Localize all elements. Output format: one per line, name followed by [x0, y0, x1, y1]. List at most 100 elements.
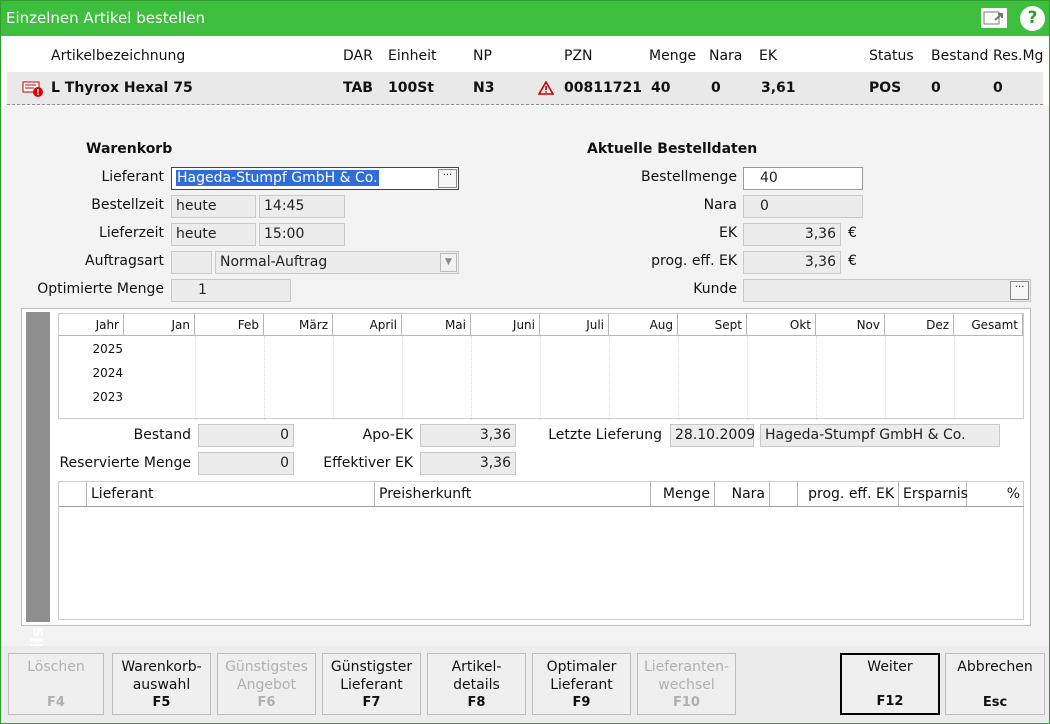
kunde-label: Kunde — [693, 281, 737, 297]
ek-field: 3,36 — [743, 223, 841, 246]
grid-header-month: April — [333, 314, 402, 336]
nara-field: 0 — [743, 195, 863, 218]
chevron-down-icon[interactable]: ▼ — [440, 253, 457, 272]
article-np: N3 — [473, 80, 495, 96]
grid-header-month: Juni — [471, 314, 540, 336]
button-key: F4 — [47, 695, 65, 710]
col-einheit: Einheit — [388, 48, 437, 64]
auftragsart-code — [171, 251, 212, 274]
article-dar: TAB — [343, 80, 373, 96]
grid-header-month: Juli — [540, 314, 609, 336]
letzte-lieferung-date: 28.10.2009 — [670, 424, 755, 447]
article-bestand: 0 — [931, 80, 941, 96]
effek-field: 3,36 — [420, 452, 516, 475]
effek-label: Effektiver EK — [323, 455, 413, 471]
table-header-nara[interactable]: Nara — [715, 482, 770, 507]
lieferzeit-day: heute — [171, 223, 256, 246]
bestellmenge-field[interactable]: 40 — [743, 167, 863, 190]
table-header-ersparnis[interactable]: Ersparnis — [899, 482, 968, 507]
grid-header-month: Mai — [402, 314, 471, 336]
grid-year-row: 2024 — [92, 366, 123, 380]
article-status: POS — [869, 80, 902, 96]
optmenge-label: Optimierte Menge — [37, 281, 164, 297]
lieferant-label: Lieferant — [101, 169, 164, 185]
grid-header-month: Aug — [609, 314, 678, 336]
button-label: Weiter — [867, 659, 913, 675]
grid-header-jahr: Jahr — [59, 314, 124, 336]
article-nara: 0 — [711, 80, 721, 96]
guenstigstes-angebot-button[interactable]: Günstigstes Angebot F6 — [217, 653, 316, 715]
col-artikelbezeichnung: Artikelbezeichnung — [51, 48, 186, 64]
grid-line — [816, 336, 817, 420]
loeschen-button[interactable]: Löschen F4 — [8, 653, 104, 715]
resmenge-field: 0 — [198, 452, 294, 475]
table-header-preisherkunft[interactable]: Preisherkunft — [375, 482, 651, 507]
order-warning-icon: ! — [22, 81, 44, 101]
bestellzeit-day: heute — [171, 195, 256, 218]
warenkorb-auswahl-button[interactable]: Warenkorb- auswahl F5 — [112, 653, 211, 715]
grid-header-month: Dez — [885, 314, 954, 336]
button-key: F7 — [362, 695, 381, 710]
table-header-spacer — [770, 482, 798, 507]
grid-line — [678, 336, 679, 420]
button-key: Esc — [982, 695, 1008, 710]
article-menge: 40 — [651, 80, 671, 96]
bestellmenge-label: Bestellmenge — [640, 169, 737, 185]
auftragsart-select[interactable]: Normal-Auftrag — [215, 251, 459, 274]
grid-line — [609, 336, 610, 420]
lieferantenwechsel-button[interactable]: Lieferanten- wechsel F10 — [637, 653, 736, 715]
table-header-lieferant[interactable]: Lieferant — [87, 482, 375, 507]
table-header-menge[interactable]: Menge — [651, 482, 715, 507]
grid-header-month: Feb — [195, 314, 264, 336]
col-ek: EK — [759, 48, 778, 64]
button-label: Günstigstes Angebot — [225, 659, 308, 693]
lieferant-value: Hageda-Stumpf GmbH & Co. — [176, 170, 379, 186]
article-name: L Thyrox Hexal 75 — [51, 80, 193, 96]
article-resmg: 0 — [993, 80, 1003, 96]
grid-header-month: Sept — [678, 314, 747, 336]
lieferzeit-time: 15:00 — [259, 223, 345, 246]
grid-line — [747, 336, 748, 420]
button-label: Warenkorb- auswahl — [121, 659, 202, 693]
table-header-progek[interactable]: prog. eff. EK — [798, 482, 899, 507]
progek-currency: € — [848, 253, 857, 269]
article-row[interactable]: ! L Thyrox Hexal 75 TAB 100St N3 0081172… — [7, 72, 1043, 105]
order-window: Einzelnen Artikel bestellen ? Artikelbez… — [0, 0, 1050, 724]
bestand-label: Bestand — [133, 427, 191, 443]
auftragsart-value: Normal-Auftrag — [220, 254, 328, 270]
artikeldetails-button[interactable]: Artikel- details F8 — [427, 653, 526, 715]
grid-line — [540, 336, 541, 420]
ek-currency: € — [848, 225, 857, 241]
grid-line — [333, 336, 334, 420]
lieferant-field[interactable]: Hageda-Stumpf GmbH & Co. — [171, 167, 459, 190]
help-icon[interactable]: ? — [1020, 6, 1045, 31]
button-key: F12 — [876, 694, 904, 709]
optimaler-lieferant-button[interactable]: Optimaler Lieferant F9 — [532, 653, 631, 715]
button-label: Artikel- details — [451, 659, 502, 693]
apoek-label: Apo-EK — [362, 427, 413, 443]
col-np: NP — [473, 48, 492, 64]
export-icon[interactable] — [981, 8, 1007, 28]
letzte-lieferung-supplier: Hageda-Stumpf GmbH & Co. — [760, 424, 1000, 447]
article-ek: 3,61 — [761, 80, 796, 96]
grid-header-month: März — [264, 314, 333, 336]
guenstigster-lieferant-button[interactable]: Günstigster Lieferant F7 — [322, 653, 421, 715]
weiter-button[interactable]: Weiter F12 — [840, 653, 940, 715]
lieferzeit-label: Lieferzeit — [99, 225, 164, 241]
table-header-percent[interactable]: % — [967, 482, 1024, 507]
button-key: F5 — [152, 695, 171, 710]
lieferant-lookup-button[interactable]: ··· — [438, 169, 457, 188]
bestellzeit-time: 14:45 — [259, 195, 345, 218]
grid-line — [885, 336, 886, 420]
button-key: F6 — [257, 695, 276, 710]
kunde-lookup-button[interactable]: ··· — [1010, 281, 1029, 300]
abbrechen-button[interactable]: Abbrechen Esc — [945, 653, 1045, 715]
button-key: F10 — [673, 695, 700, 710]
letzte-lieferung-label: Letzte Lieferung — [548, 427, 662, 443]
grid-header-month: Nov — [816, 314, 885, 336]
grid-year-row: 2023 — [92, 390, 123, 404]
kunde-field[interactable] — [743, 279, 1031, 302]
bestellzeit-label: Bestellzeit — [91, 197, 164, 213]
supplier-offers-table: Lieferant Preisherkunft Menge Nara prog.… — [58, 481, 1024, 620]
auftragsart-label: Auftragsart — [85, 253, 164, 269]
